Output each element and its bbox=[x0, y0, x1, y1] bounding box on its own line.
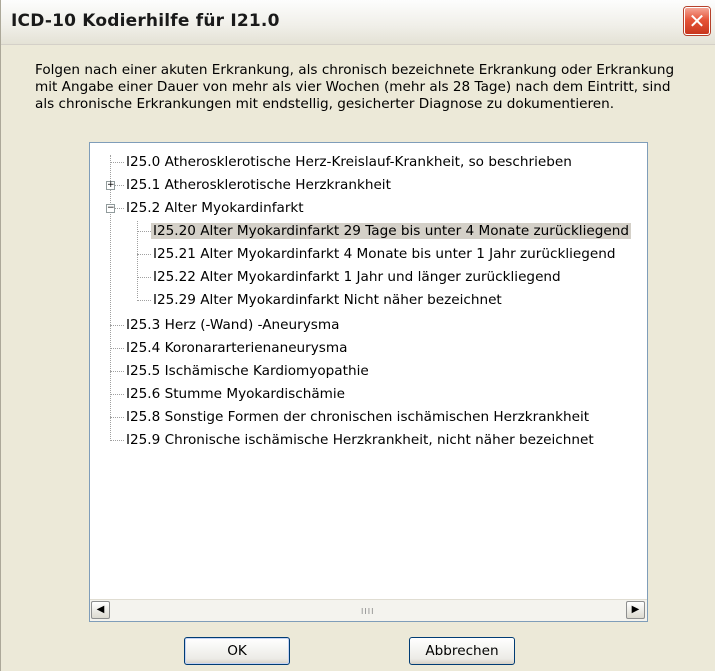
tree-item-label: I25.22 Alter Myokardinfarkt 1 Jahr und l… bbox=[153, 269, 561, 285]
tree-item-label: I25.20 Alter Myokardinfarkt 29 Tage bis … bbox=[151, 223, 631, 239]
title-bar[interactable]: ICD-10 Kodierhilfe für I21.0 ✕ bbox=[1, 0, 715, 45]
tree-item-label: I25.1 Atherosklerotische Herzkrankheit bbox=[126, 177, 391, 193]
horizontal-scrollbar[interactable]: ◀ IIII ▶ bbox=[90, 599, 647, 621]
tree-connector bbox=[110, 394, 124, 395]
tree-item-i25-0[interactable]: I25.0 Atherosklerotische Herz-Kreislauf-… bbox=[124, 151, 574, 173]
tree-connector bbox=[137, 254, 151, 255]
scroll-right-button[interactable]: ▶ bbox=[626, 601, 645, 619]
tree-item-i25-3[interactable]: I25.3 Herz (-Wand) -Aneurysma bbox=[124, 314, 341, 336]
tree-item-i25-29[interactable]: I25.29 Alter Myokardinfarkt Nicht näher … bbox=[151, 289, 504, 311]
tree-item-i25-6[interactable]: I25.6 Stumme Myokardischämie bbox=[124, 383, 347, 405]
tree-item-i25-21[interactable]: I25.21 Alter Myokardinfarkt 4 Monate bis… bbox=[151, 243, 618, 265]
expand-icon[interactable]: + bbox=[106, 181, 115, 190]
scroll-left-button[interactable]: ◀ bbox=[91, 601, 110, 619]
tree-item-label: I25.2 Alter Myokardinfarkt bbox=[126, 200, 304, 216]
tree-item-label: I25.4 Koronararterienaneurysma bbox=[126, 340, 348, 356]
tree-item-i25-8[interactable]: I25.8 Sonstige Formen der chronischen is… bbox=[124, 406, 591, 428]
tree-item-label: I25.0 Atherosklerotische Herz-Kreislauf-… bbox=[126, 154, 572, 170]
code-tree-panel: + − I25.0 Atherosklerotische Herz-Kreisl… bbox=[89, 142, 648, 622]
tree-connector bbox=[110, 348, 124, 349]
close-button[interactable]: ✕ bbox=[684, 7, 710, 35]
tree-connector bbox=[115, 185, 124, 186]
arrow-left-icon: ◀ bbox=[96, 604, 105, 615]
description-line: Folgen nach einer akuten Erkrankung, als… bbox=[35, 62, 675, 78]
tree-item-label: I25.6 Stumme Myokardischämie bbox=[126, 386, 346, 402]
code-tree[interactable]: + − I25.0 Atherosklerotische Herz-Kreisl… bbox=[90, 143, 647, 600]
tree-connector bbox=[137, 300, 151, 301]
tree-connector bbox=[137, 231, 151, 232]
tree-item-i25-2[interactable]: I25.2 Alter Myokardinfarkt bbox=[124, 197, 306, 219]
cancel-button[interactable]: Abbrechen bbox=[409, 637, 515, 665]
tree-connector bbox=[110, 325, 124, 326]
tree-item-i25-22[interactable]: I25.22 Alter Myokardinfarkt 1 Jahr und l… bbox=[151, 266, 563, 288]
tree-item-i25-4[interactable]: I25.4 Koronararterienaneurysma bbox=[124, 337, 349, 359]
tree-item-i25-5[interactable]: I25.5 Ischämische Kardiomyopathie bbox=[124, 360, 371, 382]
description-line: als chronische Erkrankungen mit endstell… bbox=[35, 96, 615, 112]
tree-connector bbox=[137, 221, 138, 298]
ok-button[interactable]: OK bbox=[184, 637, 290, 665]
tree-connector bbox=[110, 440, 124, 441]
tree-item-i25-1[interactable]: I25.1 Atherosklerotische Herzkrankheit bbox=[124, 174, 393, 196]
tree-item-label: I25.8 Sonstige Formen der chronischen is… bbox=[126, 409, 590, 425]
description-line: mit Angabe einer Dauer von mehr als vier… bbox=[35, 79, 671, 95]
tree-connector bbox=[110, 371, 124, 372]
collapse-icon[interactable]: − bbox=[106, 204, 115, 213]
tree-connector bbox=[110, 162, 124, 163]
tree-item-label: I25.5 Ischämische Kardiomyopathie bbox=[126, 363, 369, 379]
tree-item-label: I25.21 Alter Myokardinfarkt 4 Monate bis… bbox=[153, 246, 616, 262]
tree-item-i25-9[interactable]: I25.9 Chronische ischämische Herzkrankhe… bbox=[124, 429, 596, 451]
dialog-title: ICD-10 Kodierhilfe für I21.0 bbox=[11, 11, 280, 31]
tree-connector bbox=[110, 155, 111, 441]
tree-connector bbox=[137, 277, 151, 278]
tree-connector bbox=[110, 417, 124, 418]
arrow-right-icon: ▶ bbox=[631, 604, 640, 615]
tree-connector bbox=[115, 208, 124, 209]
close-icon: ✕ bbox=[688, 9, 706, 33]
scrollbar-grip[interactable]: IIII bbox=[361, 607, 374, 616]
tree-item-label: I25.29 Alter Myokardinfarkt Nicht näher … bbox=[153, 292, 502, 308]
tree-item-label: I25.3 Herz (-Wand) -Aneurysma bbox=[126, 317, 340, 333]
tree-item-i25-20-selected[interactable]: I25.20 Alter Myokardinfarkt 29 Tage bis … bbox=[151, 220, 631, 242]
dialog-window: ICD-10 Kodierhilfe für I21.0 ✕ Folgen na… bbox=[0, 0, 715, 671]
description-text: Folgen nach einer akuten Erkrankung, als… bbox=[35, 62, 705, 113]
tree-item-label: I25.9 Chronische ischämische Herzkrankhe… bbox=[126, 432, 594, 448]
